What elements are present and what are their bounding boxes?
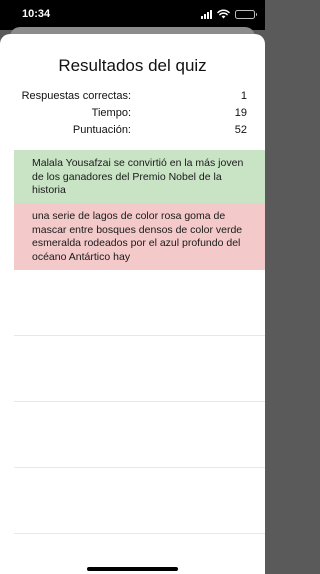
empty-list-row	[14, 468, 265, 534]
status-icons	[201, 9, 257, 19]
home-indicator[interactable]	[87, 567, 178, 571]
cellular-signal-icon	[201, 9, 212, 19]
empty-list-row	[14, 402, 265, 468]
answer-text: Malala Yousafzai se convirtió en la más …	[32, 157, 244, 196]
stat-row-score: Puntuación: 52	[0, 124, 265, 138]
quiz-results-sheet: Resultados del quiz Respuestas correctas…	[0, 34, 265, 574]
stat-label: Tiempo:	[91, 107, 131, 119]
stat-value: 52	[234, 124, 247, 136]
stat-value: 19	[234, 107, 247, 119]
status-time: 10:34	[22, 8, 51, 20]
page-title: Resultados del quiz	[58, 56, 207, 75]
stat-label: Puntuación:	[72, 124, 131, 136]
empty-list-row	[14, 270, 265, 336]
stat-label: Respuestas correctas:	[21, 90, 131, 102]
status-bar: 10:34	[0, 0, 265, 30]
wifi-icon	[217, 9, 230, 19]
stat-row-time: Tiempo: 19	[0, 107, 265, 121]
empty-list-row	[14, 336, 265, 402]
answer-text: una serie de lagos de color rosa goma de…	[32, 210, 243, 263]
stat-value: 1	[240, 90, 247, 102]
answer-row-correct[interactable]: Malala Yousafzai se convirtió en la más …	[14, 150, 265, 203]
battery-icon	[235, 9, 257, 19]
stat-row-correct-answers: Respuestas correctas: 1	[0, 90, 265, 104]
answer-row-incorrect[interactable]: una serie de lagos de color rosa goma de…	[14, 203, 265, 270]
